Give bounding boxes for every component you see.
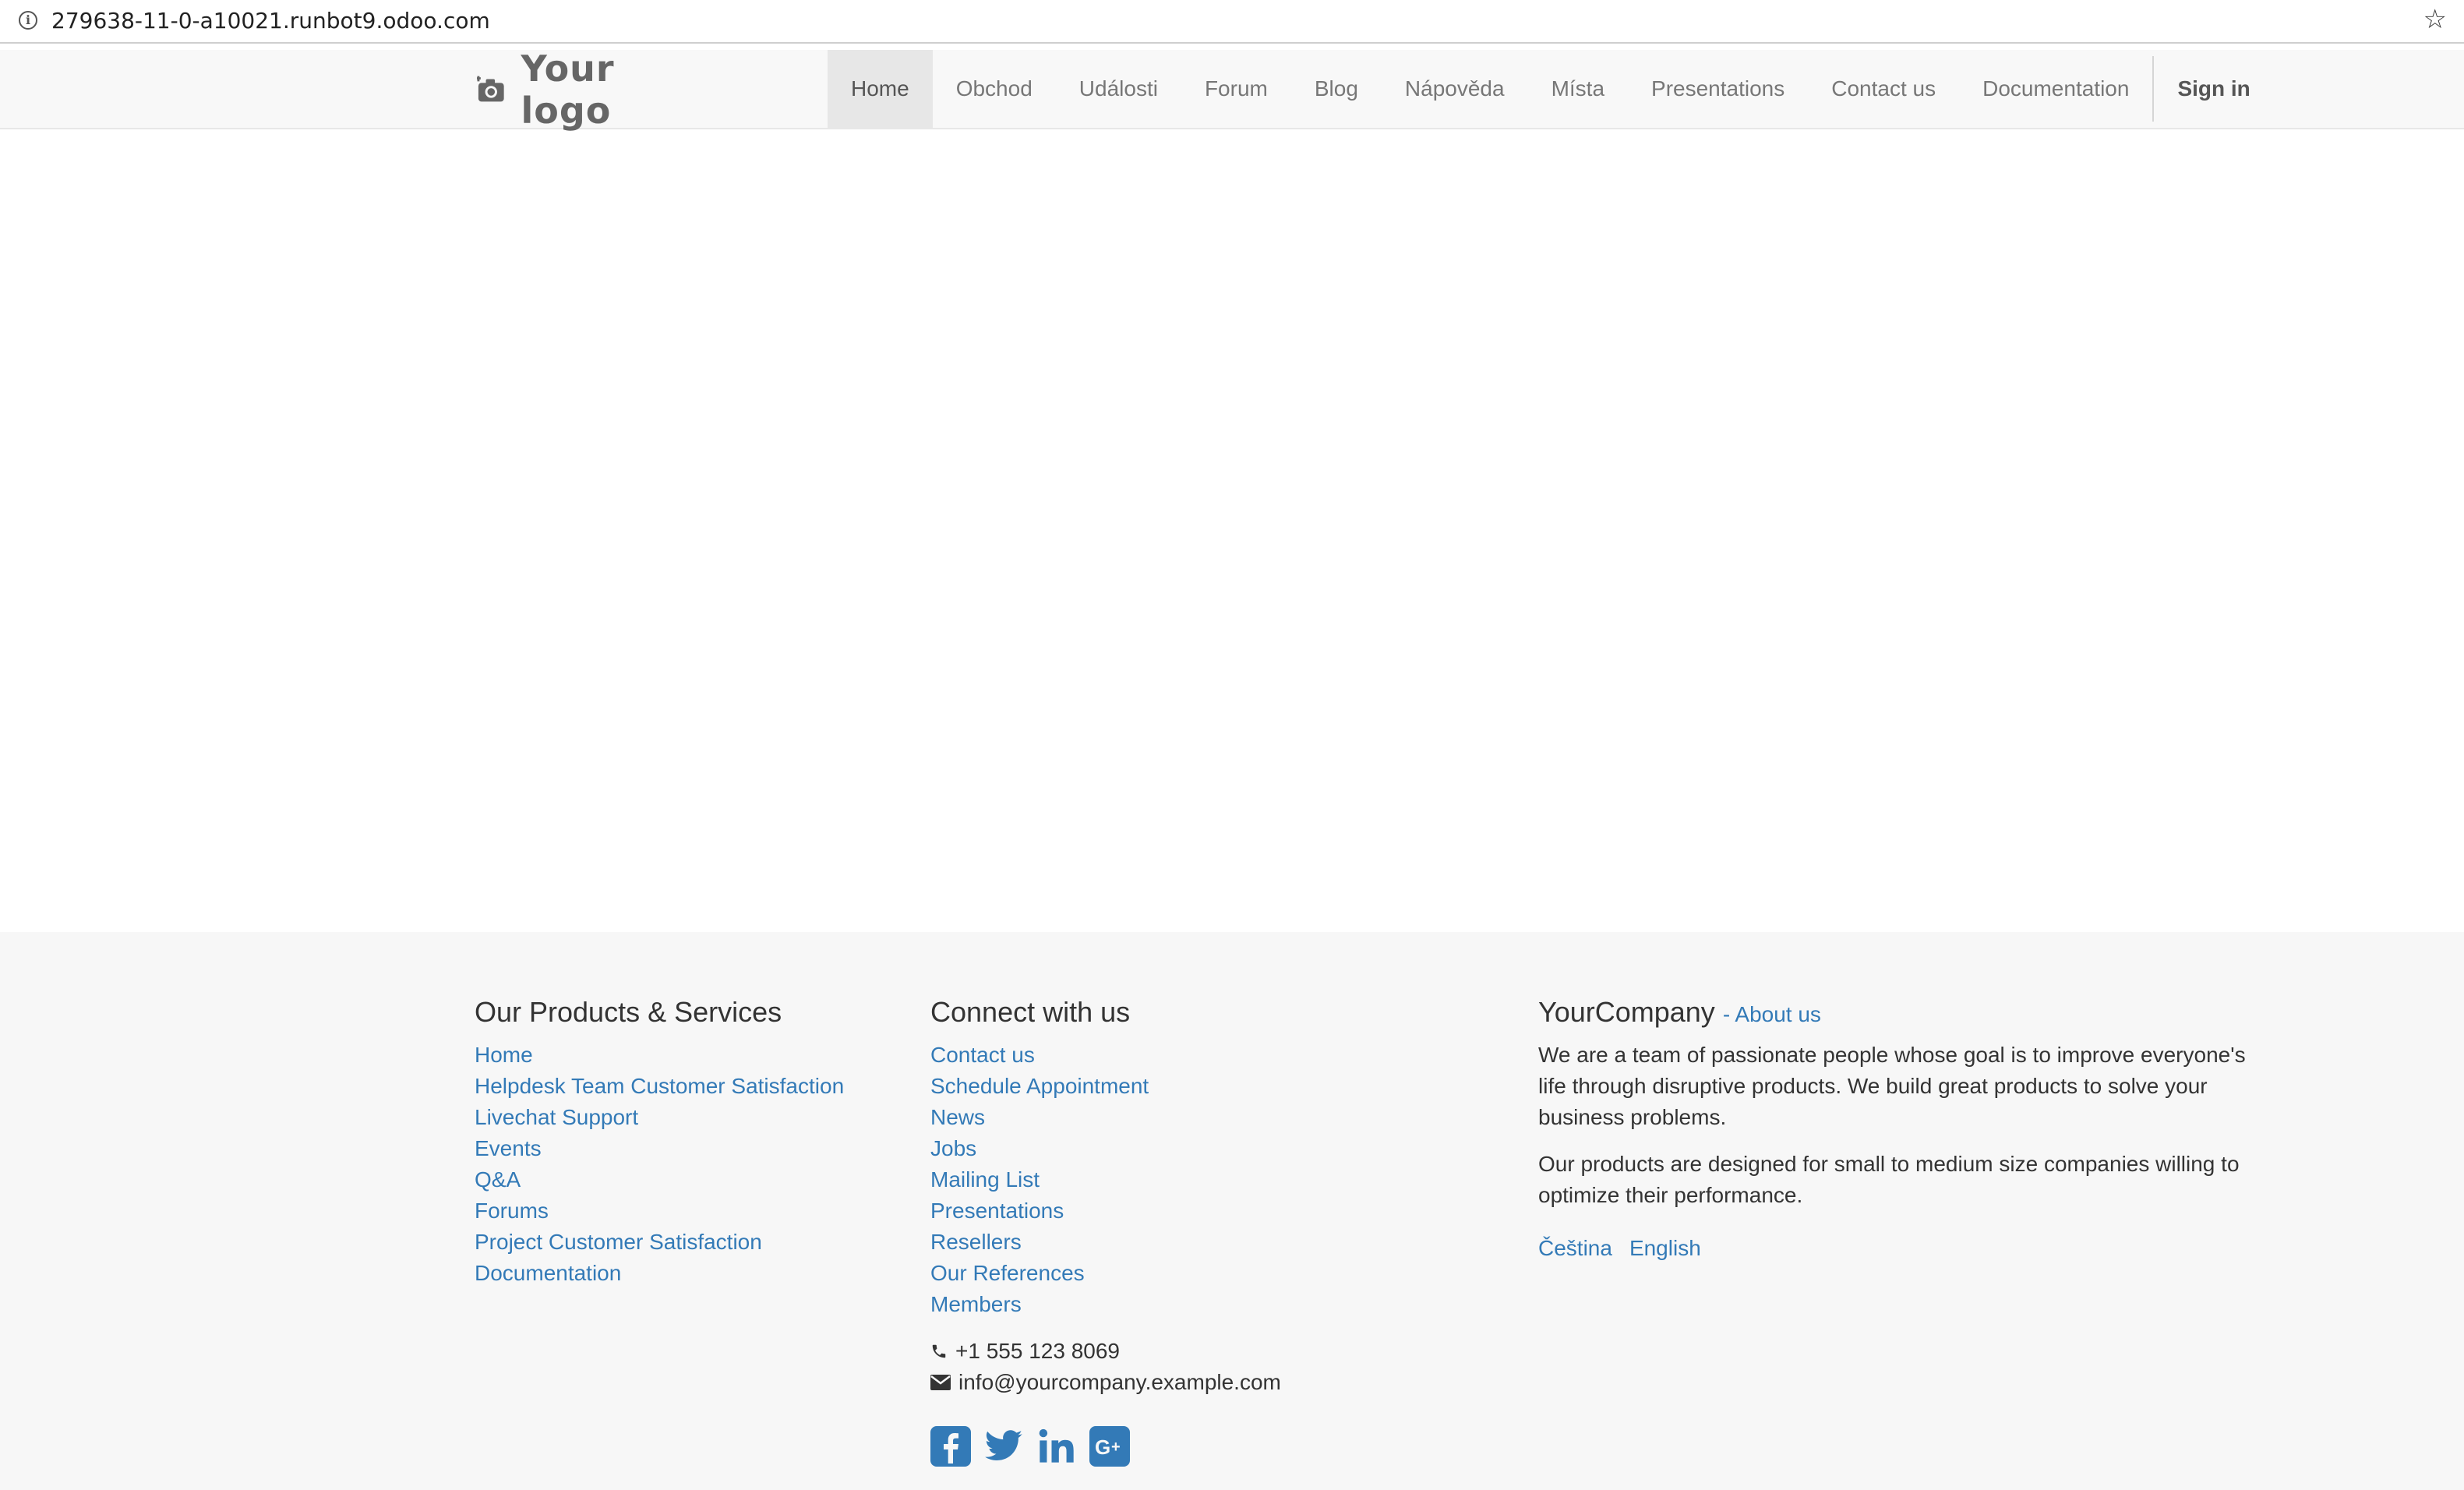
footer-link-contact-us[interactable]: Contact us bbox=[930, 1040, 1281, 1071]
footer-link-resellers[interactable]: Resellers bbox=[930, 1227, 1281, 1258]
lang-cestina[interactable]: Čeština bbox=[1538, 1236, 1612, 1261]
facebook-icon[interactable] bbox=[930, 1426, 971, 1467]
footer-link-jobs[interactable]: Jobs bbox=[930, 1133, 1281, 1164]
footer-link-helpdesk[interactable]: Helpdesk Team Customer Satisfaction bbox=[475, 1071, 844, 1102]
social-links: G + bbox=[930, 1426, 1281, 1467]
nav-udalosti[interactable]: Události bbox=[1056, 50, 1181, 128]
nav-mista[interactable]: Místa bbox=[1528, 50, 1628, 128]
about-us-link[interactable]: - About us bbox=[1723, 1002, 1821, 1026]
nav-forum[interactable]: Forum bbox=[1181, 50, 1291, 128]
footer-link-mailing-list[interactable]: Mailing List bbox=[930, 1164, 1281, 1195]
company-column: YourCompany - About us We are a team of … bbox=[1538, 996, 2255, 1261]
phone-number: +1 555 123 8069 bbox=[955, 1339, 1120, 1363]
nav-obchod[interactable]: Obchod bbox=[933, 50, 1056, 128]
svg-text:G: G bbox=[1095, 1435, 1110, 1459]
logo-text: Your logo bbox=[521, 48, 615, 132]
twitter-icon[interactable] bbox=[983, 1426, 1024, 1467]
nav-napoveda[interactable]: Nápověda bbox=[1382, 50, 1528, 128]
connect-title: Connect with us bbox=[930, 996, 1131, 1028]
footer-link-documentation[interactable]: Documentation bbox=[475, 1258, 844, 1289]
camera-icon bbox=[477, 76, 504, 102]
site-header: Your logo Home Obchod Události Forum Blo… bbox=[0, 48, 2464, 132]
site-logo[interactable]: Your logo bbox=[477, 48, 711, 132]
products-column: Our Products & Services Home Helpdesk Te… bbox=[475, 996, 844, 1289]
footer-link-livechat[interactable]: Livechat Support bbox=[475, 1102, 844, 1133]
footer-link-references[interactable]: Our References bbox=[930, 1258, 1281, 1289]
footer-link-presentations[interactable]: Presentations bbox=[930, 1195, 1281, 1227]
phone-icon bbox=[932, 1344, 946, 1358]
nav-home[interactable]: Home bbox=[828, 50, 933, 128]
footer-link-members[interactable]: Members bbox=[930, 1289, 1281, 1320]
linkedin-icon[interactable] bbox=[1036, 1426, 1077, 1467]
nav-blog[interactable]: Blog bbox=[1291, 50, 1382, 128]
nav-presentations[interactable]: Presentations bbox=[1628, 50, 1808, 128]
connect-column: Connect with us Contact us Schedule Appo… bbox=[930, 996, 1281, 1467]
nav-documentation[interactable]: Documentation bbox=[1959, 50, 2152, 128]
footer-link-news[interactable]: News bbox=[930, 1102, 1281, 1133]
footer-link-forums[interactable]: Forums bbox=[475, 1195, 844, 1227]
footer-link-schedule-appointment[interactable]: Schedule Appointment bbox=[930, 1071, 1281, 1102]
company-description-1: We are a team of passionate people whose… bbox=[1538, 1043, 2246, 1129]
info-icon[interactable]: i bbox=[19, 11, 37, 30]
products-title: Our Products & Services bbox=[475, 996, 782, 1028]
svg-text:+: + bbox=[1111, 1439, 1121, 1456]
nav-contact-us[interactable]: Contact us bbox=[1808, 50, 1959, 128]
footer-link-home[interactable]: Home bbox=[475, 1040, 844, 1071]
company-heading: YourCompany - About us bbox=[1538, 996, 2255, 1029]
footer-link-qa[interactable]: Q&A bbox=[475, 1164, 844, 1195]
footer-link-project-satisfaction[interactable]: Project Customer Satisfaction bbox=[475, 1227, 844, 1258]
company-name: YourCompany bbox=[1538, 996, 1715, 1028]
language-selector: Čeština English bbox=[1538, 1236, 2255, 1261]
phone-line: +1 555 123 8069 bbox=[930, 1336, 1281, 1367]
url-text[interactable]: 279638-11-0-a10021.runbot9.odoo.com bbox=[51, 8, 490, 34]
email-address[interactable]: info@yourcompany.example.com bbox=[958, 1367, 1281, 1398]
footer-link-events[interactable]: Events bbox=[475, 1133, 844, 1164]
browser-address-bar[interactable]: i 279638-11-0-a10021.runbot9.odoo.com ☆ bbox=[0, 0, 2464, 44]
bookmark-star-icon[interactable]: ☆ bbox=[2423, 6, 2447, 33]
site-footer: Our Products & Services Home Helpdesk Te… bbox=[0, 932, 2464, 1490]
company-description-2: Our products are designed for small to m… bbox=[1538, 1152, 2240, 1207]
google-plus-icon[interactable]: G + bbox=[1089, 1426, 1130, 1467]
envelope-icon bbox=[930, 1375, 951, 1390]
sign-in-link[interactable]: Sign in bbox=[2154, 50, 2273, 128]
main-nav: Home Obchod Události Forum Blog Nápověda… bbox=[828, 50, 2274, 128]
lang-english[interactable]: English bbox=[1629, 1236, 1701, 1261]
email-line: info@yourcompany.example.com bbox=[930, 1367, 1281, 1398]
